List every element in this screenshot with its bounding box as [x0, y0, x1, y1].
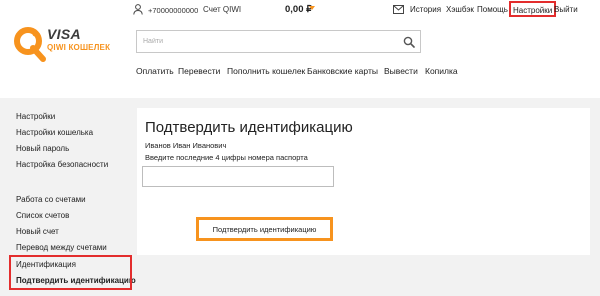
visa-wordmark: VISA: [47, 26, 81, 42]
nav-topup[interactable]: Пополнить кошелек: [227, 66, 305, 76]
wallet-wordmark: QIWI КОШЕЛЕК: [47, 43, 111, 52]
main-nav: Оплатить Перевести Пополнить кошелек Бан…: [0, 66, 600, 80]
user-icon[interactable]: [133, 4, 143, 15]
sidebar-item-settings[interactable]: Настройки: [16, 112, 55, 121]
qiwi-logo[interactable]: VISA QIWI КОШЕЛЕК: [13, 24, 113, 64]
sidebar-item-new-account[interactable]: Новый счет: [16, 227, 59, 236]
nav-transfer[interactable]: Перевести: [178, 66, 220, 76]
user-full-name: Иванов Иван Иванович: [145, 141, 227, 150]
chevron-down-icon[interactable]: [309, 6, 315, 10]
nav-bank-cards[interactable]: Банковские карты: [307, 66, 378, 76]
sidebar-item-wallet-settings[interactable]: Настройки кошелька: [16, 128, 93, 137]
logout-link[interactable]: Выйти: [554, 5, 578, 14]
search-input[interactable]: [137, 31, 397, 52]
qiwi-logo-icon: [14, 27, 46, 62]
header: +70000000000 Счет QIWI 0,00 ₽ История Хэ…: [0, 0, 600, 98]
main-panel: Подтвердить идентификацию Иванов Иван Ив…: [137, 108, 590, 255]
history-link[interactable]: История: [410, 5, 441, 14]
phone-number[interactable]: +70000000000: [148, 6, 198, 15]
highlight-box: [9, 255, 132, 290]
sidebar-item-transfer-between[interactable]: Перевод между счетами: [16, 243, 107, 252]
cashback-link[interactable]: Хэшбэк: [446, 5, 474, 14]
sidebar-item-accounts-work[interactable]: Работа со счетами: [16, 195, 86, 204]
mail-icon[interactable]: [393, 5, 404, 14]
nav-pay[interactable]: Оплатить: [136, 66, 174, 76]
confirm-identification-button[interactable]: Подтвердить идентификацию: [196, 217, 333, 241]
nav-withdraw[interactable]: Вывести: [384, 66, 418, 76]
page-title: Подтвердить идентификацию: [145, 119, 353, 136]
account-label[interactable]: Счет QIWI: [203, 5, 241, 14]
search-icon[interactable]: [403, 36, 415, 48]
passport-digits-input[interactable]: [142, 166, 334, 187]
sidebar-item-accounts-list[interactable]: Список счетов: [16, 211, 69, 220]
sidebar-item-security[interactable]: Настройка безопасности: [16, 160, 108, 169]
settings-link[interactable]: Настройки: [509, 1, 557, 17]
sidebar-item-new-password[interactable]: Новый пароль: [16, 144, 69, 153]
help-link[interactable]: Помощь: [477, 5, 508, 14]
passport-hint: Введите последние 4 цифры номера паспорт…: [145, 153, 308, 162]
search-box: [136, 30, 421, 53]
nav-piggybank[interactable]: Копилка: [425, 66, 458, 76]
top-bar: +70000000000 Счет QIWI 0,00 ₽ История Хэ…: [0, 0, 600, 22]
